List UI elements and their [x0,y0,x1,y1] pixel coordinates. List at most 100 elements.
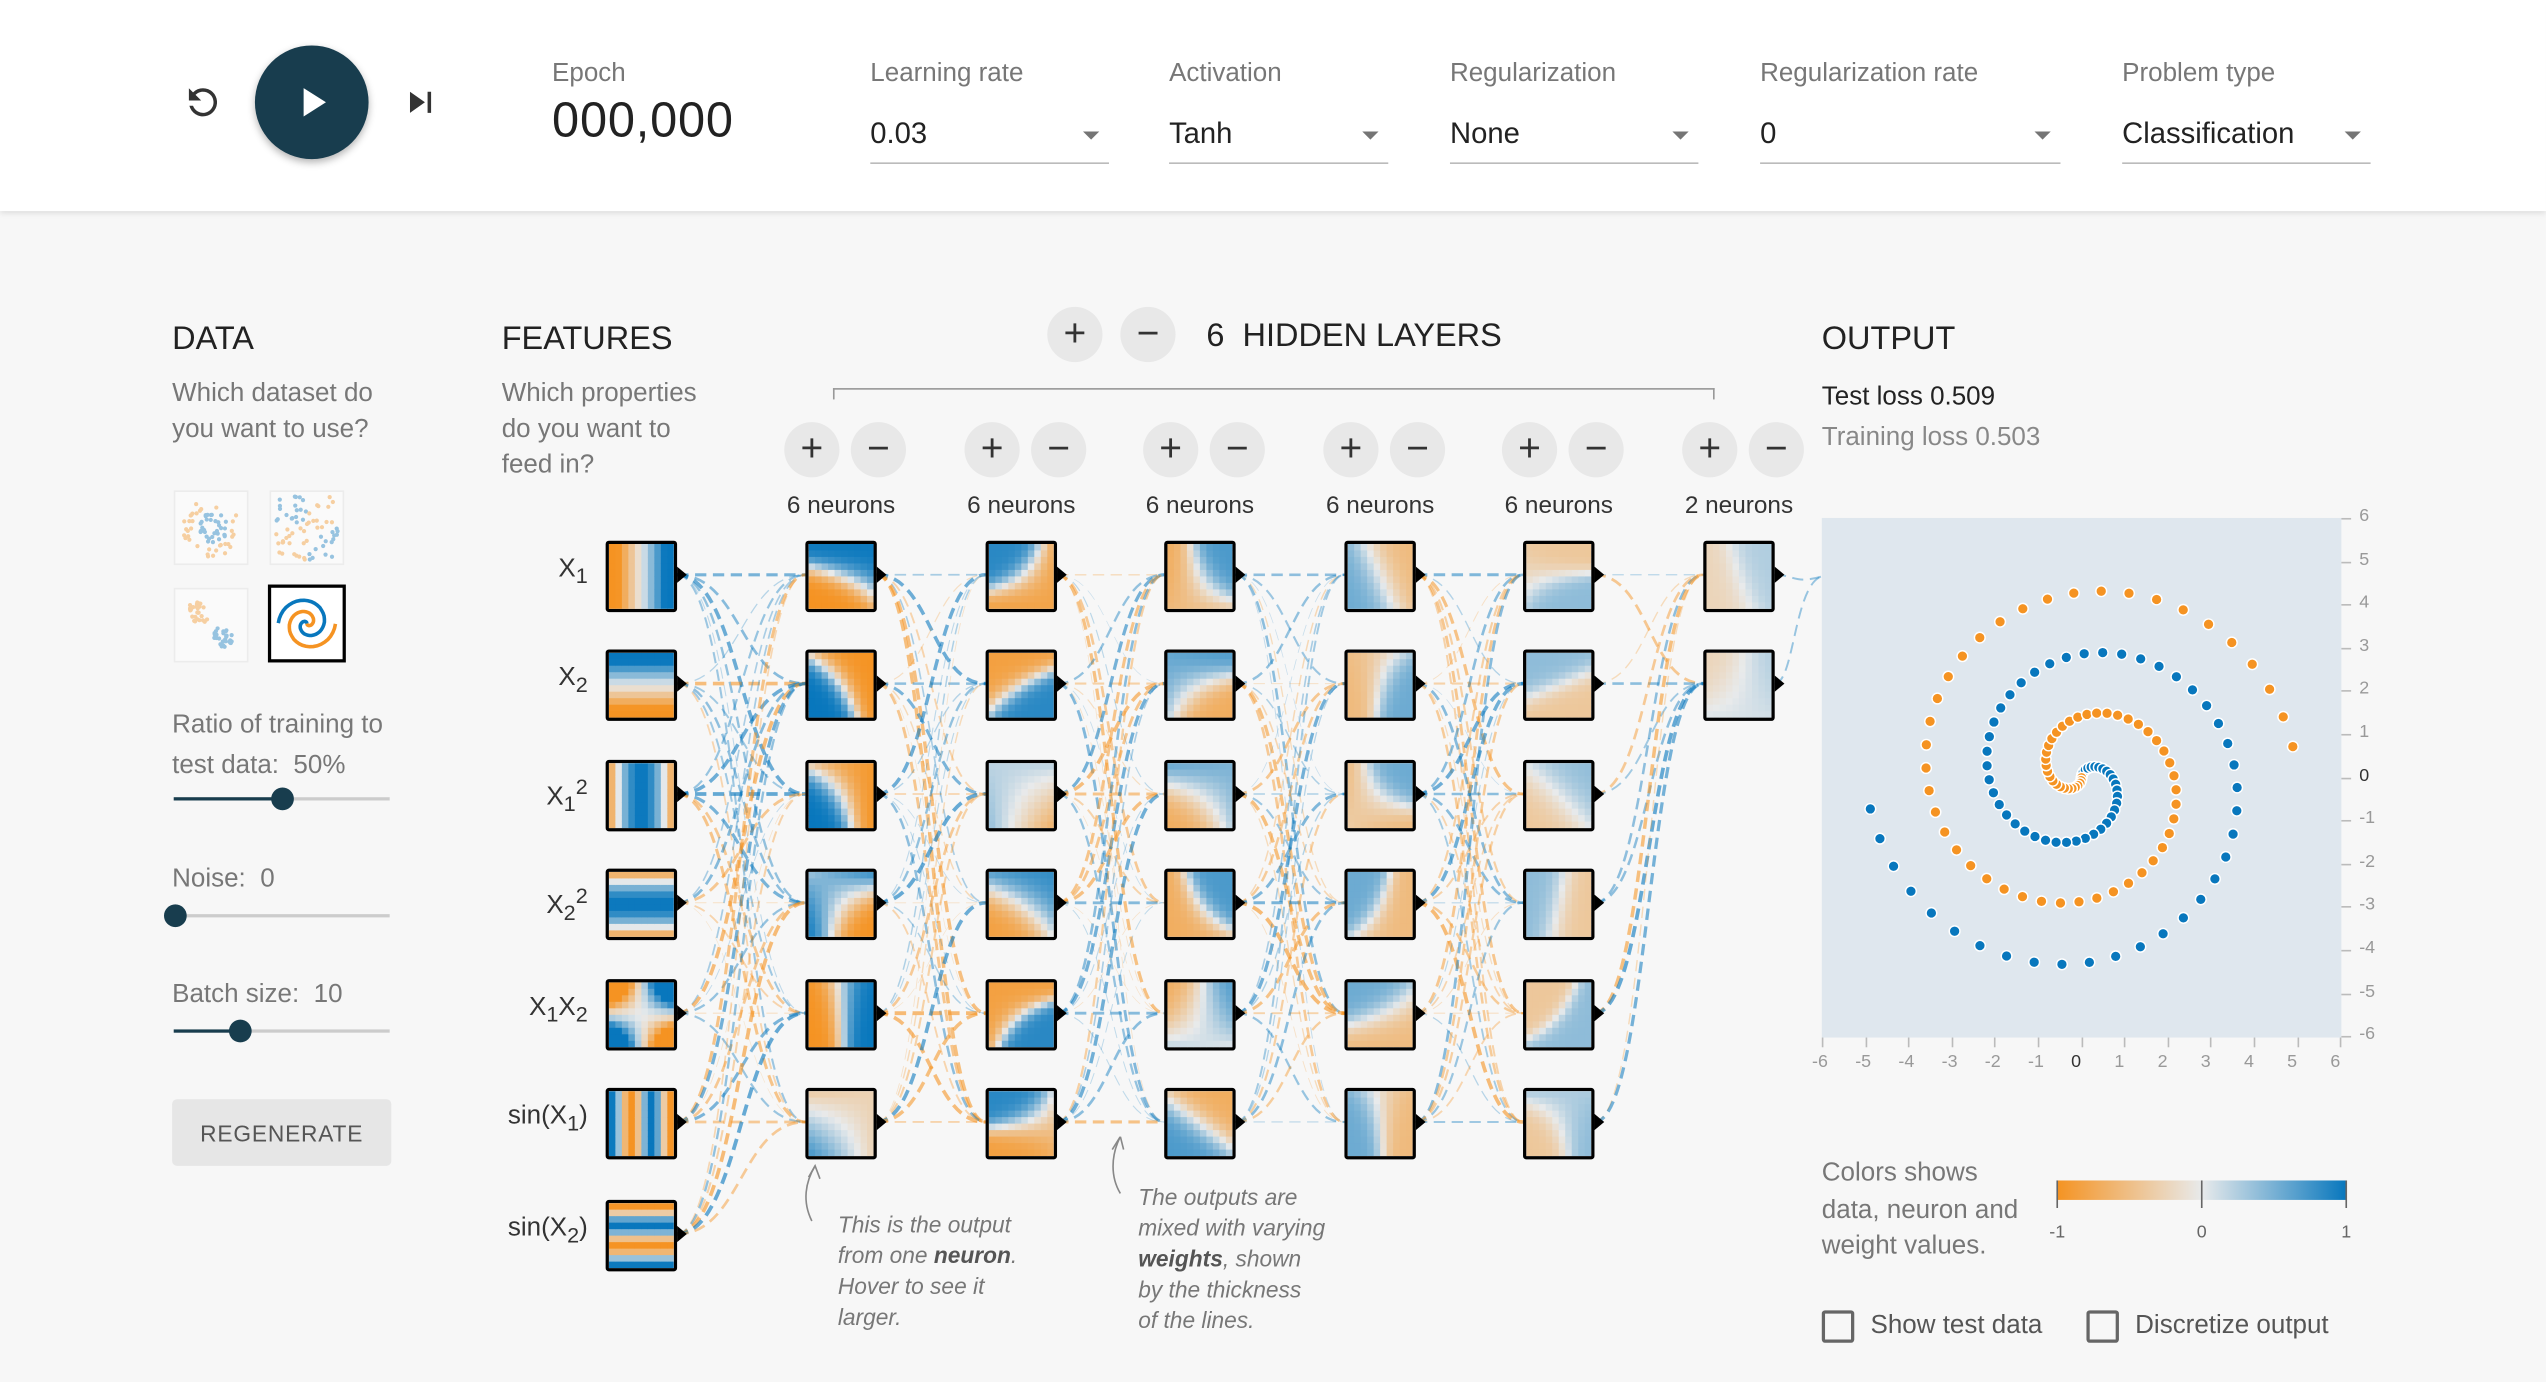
hidden-neuron[interactable] [1164,979,1236,1051]
hidden-neuron[interactable] [1344,649,1416,721]
hidden-neuron[interactable] [805,759,877,832]
heatmap-cell [1193,910,1201,918]
add-neuron-button[interactable]: + [964,422,1020,478]
heatmap-cell [628,665,636,673]
heatmap-cell [1751,698,1759,706]
weight-link[interactable] [1594,681,1704,1124]
weight-link[interactable] [1774,575,1823,685]
heatmap-cell [1021,802,1029,810]
hidden-neuron[interactable] [1703,540,1775,613]
data-point [2115,648,2128,661]
hidden-neuron[interactable] [1344,540,1416,613]
heatmap-cell [1173,1143,1181,1151]
heatmap-cell [1373,769,1381,777]
heatmap-cell [815,1014,823,1022]
heatmap-cell [1532,795,1540,803]
remove-neuron-button[interactable]: − [1568,422,1624,478]
feature-x2-squared[interactable] [605,868,678,941]
discretize-output-checkbox[interactable]: Discretize output [2086,1309,2329,1345]
heatmap-cell [821,988,829,996]
heatmap-cell [1219,897,1227,905]
hidden-neuron[interactable] [985,540,1058,613]
hidden-neuron[interactable] [1164,540,1236,613]
remove-neuron-button[interactable]: − [1209,422,1265,478]
hidden-neuron[interactable] [1344,868,1416,941]
weight-link[interactable] [676,573,806,1235]
hidden-neuron[interactable] [985,979,1058,1051]
heatmap-cell [1008,1110,1016,1118]
heatmap-cell [1539,691,1547,699]
feature-x1-squared[interactable] [605,759,678,832]
weight-link[interactable] [1235,574,1345,795]
heatmap-cell [988,1110,996,1118]
feature-sin-x1[interactable] [605,1087,678,1160]
add-neuron-button[interactable]: + [1143,422,1199,478]
hidden-neuron[interactable] [1703,649,1775,721]
heatmap-cell [667,891,674,899]
weight-link[interactable] [677,573,806,685]
feature-x1-times-x2[interactable] [605,979,678,1051]
heatmap-cell [1393,763,1401,771]
weight-link[interactable] [676,682,806,1236]
hidden-neuron[interactable] [1164,1087,1236,1160]
heatmap-cell [1040,711,1048,718]
heatmap-cell [1186,917,1194,925]
output-heatmap[interactable] [1821,517,2342,1038]
hidden-neuron[interactable] [1523,540,1595,613]
weight-link[interactable] [1415,793,1524,1015]
hidden-neuron[interactable] [1523,979,1595,1051]
weight-link[interactable] [676,1011,806,1236]
heatmap-cell [1034,576,1042,584]
heatmap-cell [841,904,849,912]
hidden-neuron[interactable] [1523,649,1595,721]
weight-link[interactable] [876,792,986,1015]
weight-link[interactable] [1235,681,1345,1015]
heatmap-cell [1354,672,1362,680]
heatmap-cell [1565,1034,1573,1042]
heatmap-cell [1526,884,1534,892]
hidden-neuron[interactable] [805,540,877,613]
feature-x1[interactable] [605,540,678,613]
node-heatmap [1347,763,1413,829]
hidden-neuron[interactable] [1164,868,1236,941]
hidden-neuron[interactable] [805,979,877,1051]
heatmap-cell [1386,582,1394,590]
hidden-neuron[interactable] [985,649,1058,721]
heatmap-cell [621,1091,629,1099]
hidden-neuron[interactable] [1164,759,1236,832]
heatmap-cell [1367,665,1375,673]
hidden-neuron[interactable] [1344,759,1416,832]
node-heatmap [1526,1091,1592,1157]
hidden-neuron[interactable] [985,759,1058,832]
add-neuron-button[interactable]: + [1501,422,1558,478]
remove-neuron-button[interactable]: − [1031,422,1087,478]
hidden-neuron[interactable] [985,868,1058,941]
heatmap-cell [995,698,1003,706]
hidden-neuron[interactable] [1164,649,1236,721]
hidden-neuron[interactable] [1344,1087,1416,1160]
show-test-data-checkbox[interactable]: Show test data [1821,1309,2042,1345]
heatmap-cell [1173,1123,1181,1131]
hidden-neuron[interactable] [1344,979,1416,1051]
heatmap-cell [1578,1104,1586,1112]
remove-neuron-button[interactable]: − [1389,422,1446,478]
hidden-neuron[interactable] [1523,868,1595,941]
add-neuron-button[interactable]: + [784,422,840,478]
remove-neuron-button[interactable]: − [1748,422,1804,478]
hidden-neuron[interactable] [805,649,877,721]
heatmap-cell [1008,543,1016,551]
feature-x2[interactable] [605,649,678,721]
weight-link[interactable] [677,574,806,685]
hidden-neuron[interactable] [1523,1087,1595,1160]
remove-neuron-button[interactable]: − [850,422,907,478]
heatmap-cell [1180,543,1188,551]
add-neuron-button[interactable]: + [1323,422,1379,478]
weight-link[interactable] [676,573,806,1124]
y-axis-tick: -4 [2359,938,2376,958]
feature-sin-x2[interactable] [605,1199,678,1272]
weight-link[interactable] [1415,901,1524,1124]
heatmap-cell [1584,595,1592,603]
hidden-neuron[interactable] [1523,759,1595,832]
add-neuron-button[interactable]: + [1682,422,1738,478]
hidden-neuron[interactable] [805,868,877,941]
